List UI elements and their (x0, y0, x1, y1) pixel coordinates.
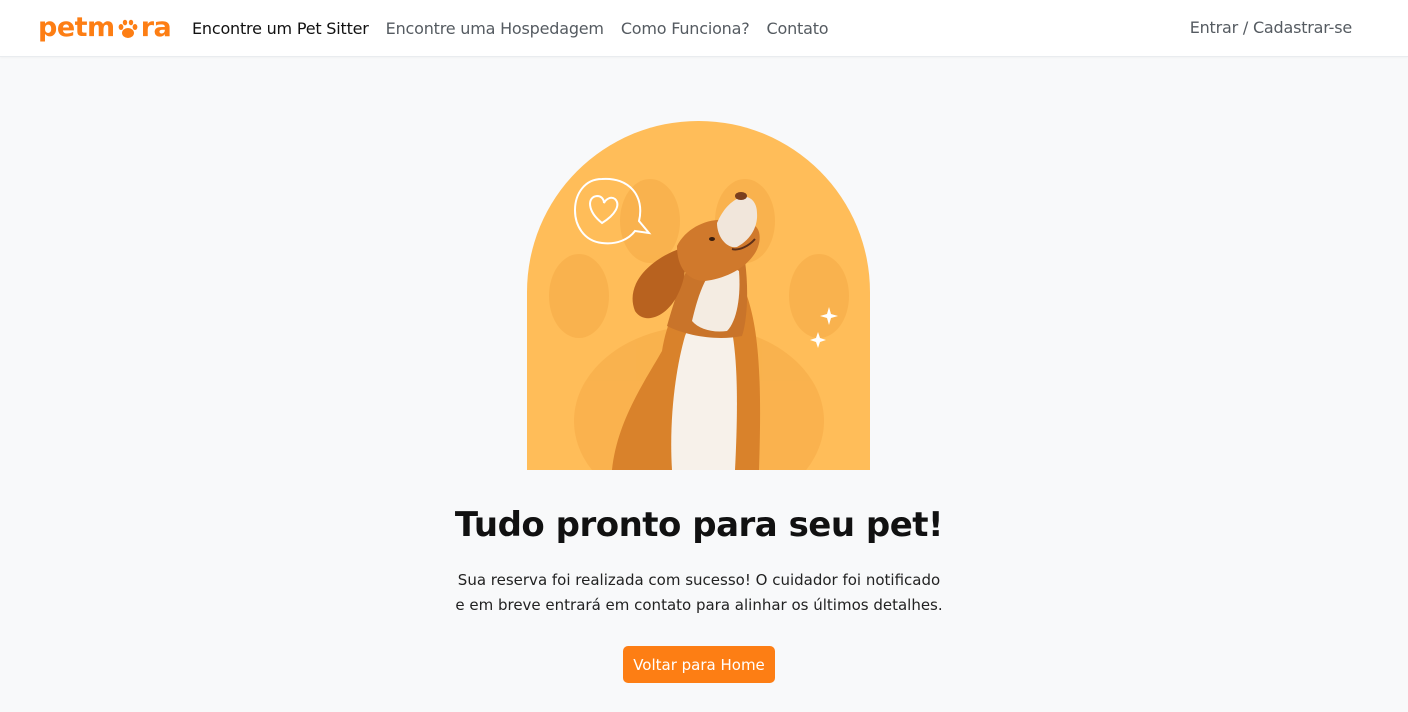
confirmation-message: Sua reserva foi realizada com sucesso! O… (454, 568, 944, 618)
nav-link-hospedagem[interactable]: Encontre uma Hospedagem (386, 19, 604, 38)
logo-text-end: ra (140, 12, 172, 43)
paw-icon (118, 19, 138, 38)
back-to-home-button[interactable]: Voltar para Home (623, 646, 775, 683)
brand-logo[interactable]: petm ra (38, 10, 172, 46)
nav-link-contato[interactable]: Contato (767, 19, 829, 38)
confirmation-title: Tudo pronto para seu pet! (454, 505, 944, 545)
top-navbar: petm ra Encontre um Pet Sitter Encontre … (0, 0, 1408, 57)
confirmation-message-line-1: Sua reserva foi realizada com sucesso! O… (457, 571, 941, 589)
login-signup-link[interactable]: Entrar / Cadastrar-se (1190, 0, 1352, 56)
confirmation-message-line-2: e em breve entrará em contato para alinh… (455, 596, 943, 614)
logo-text-start: petm (38, 12, 115, 43)
dog-illustration (549, 177, 849, 470)
main-nav: Encontre um Pet Sitter Encontre uma Hosp… (192, 0, 845, 56)
nav-link-como-funciona[interactable]: Como Funciona? (621, 19, 750, 38)
hero-illustration (527, 121, 870, 470)
nav-link-pet-sitter[interactable]: Encontre um Pet Sitter (192, 19, 369, 38)
